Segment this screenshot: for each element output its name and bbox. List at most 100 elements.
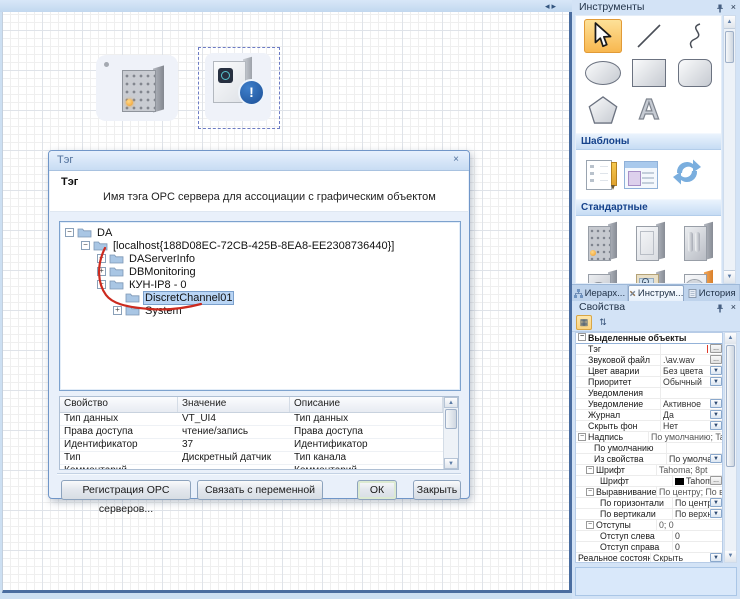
template-form-button[interactable] xyxy=(624,161,658,189)
scrollbar-thumb[interactable] xyxy=(726,345,735,467)
tools-scrollbar[interactable]: ▲ ▼ xyxy=(723,15,736,284)
templates-section-header[interactable]: Шаблоны xyxy=(576,133,721,150)
dropdown-button[interactable]: ▼ xyxy=(710,366,722,375)
scroll-up-icon[interactable]: ▲ xyxy=(444,397,458,408)
rectangle-tool-button[interactable] xyxy=(630,56,668,90)
standard-object-door-button[interactable] xyxy=(634,222,668,262)
property-row-margin-right[interactable]: Отступ справа 0 xyxy=(576,542,722,553)
dialog-titlebar[interactable]: Тэг xyxy=(49,151,469,171)
template-report-button[interactable] xyxy=(586,160,612,190)
properties-scrollbar[interactable]: ▲ ▼ xyxy=(724,332,737,563)
property-row-notifications[interactable]: Уведомления xyxy=(576,388,722,399)
ellipsis-button[interactable]: ... xyxy=(710,355,722,364)
scrollbar-thumb[interactable] xyxy=(725,31,734,63)
scroll-up-icon[interactable]: ▲ xyxy=(724,16,735,29)
drawing-canvas[interactable]: ! Тэг × Тэг Имя тэга OPC сервера для асс… xyxy=(2,12,572,593)
property-row-default[interactable]: По умолчанию xyxy=(576,443,722,454)
tree-item-system[interactable]: + System xyxy=(60,304,460,317)
bind-variable-button[interactable]: Связать с переменной xyxy=(197,480,323,500)
table-header-property[interactable]: Свойство xyxy=(60,397,178,412)
dropdown-button[interactable]: ▼ xyxy=(710,410,722,419)
tab-scroll-arrows[interactable]: ◂▸ xyxy=(545,0,558,12)
expander-icon[interactable]: − xyxy=(586,488,594,496)
tree-expander-icon[interactable]: + xyxy=(113,306,122,315)
property-category-row[interactable]: − Выделенные объекты xyxy=(576,333,722,344)
table-row[interactable]: Тип Дискретный датчик Тип канала xyxy=(60,452,443,465)
categorized-view-button[interactable]: ▦ xyxy=(576,315,592,330)
standard-object-key-picture-button[interactable] xyxy=(634,270,668,284)
tab-hierarchy[interactable]: Иерарх... xyxy=(572,285,628,301)
table-scrollbar[interactable]: ▲ ▼ xyxy=(443,397,458,469)
alphabetical-sort-button[interactable]: ⇅ xyxy=(595,315,611,330)
dropdown-button[interactable]: ▼ xyxy=(710,454,722,463)
property-row-from-property[interactable]: Из свойства По умолчанию ▼ xyxy=(576,454,722,465)
dropdown-button[interactable]: ▼ xyxy=(710,553,722,562)
property-row-horizontal-align[interactable]: По горизонтали По центру ▼ xyxy=(576,498,722,509)
dialog-close-icon[interactable]: × xyxy=(448,153,464,167)
property-row-notification[interactable]: Уведомление Активное ▼ xyxy=(576,399,722,410)
expander-icon[interactable]: − xyxy=(586,466,594,474)
rounded-rectangle-tool-button[interactable] xyxy=(676,56,714,90)
property-row-alignment-group[interactable]: −Выравнивание По центру; По верх xyxy=(576,487,722,498)
table-header-value[interactable]: Значение xyxy=(178,397,290,412)
property-row-tag[interactable]: Тэг ... xyxy=(576,344,722,355)
dropdown-button[interactable]: ▼ xyxy=(710,399,722,408)
expander-icon[interactable]: − xyxy=(578,433,586,441)
close-button[interactable]: Закрыть xyxy=(413,480,461,500)
table-header-row[interactable]: Свойство Значение Описание xyxy=(60,397,443,413)
opc-tree[interactable]: − DA − [localhost{188D08EC-72CB-425B-8EA… xyxy=(59,221,461,391)
register-opc-servers-button[interactable]: Регистрация OPC серверов... xyxy=(61,480,191,500)
tree-expander-icon[interactable]: − xyxy=(97,280,106,289)
close-icon[interactable]: × xyxy=(731,0,736,14)
dropdown-button[interactable]: ▼ xyxy=(710,377,722,386)
tree-expander-icon[interactable]: − xyxy=(65,228,74,237)
scroll-down-icon[interactable]: ▼ xyxy=(725,551,736,562)
dropdown-button[interactable]: ▼ xyxy=(710,421,722,430)
dropdown-button[interactable]: ▼ xyxy=(710,498,722,507)
refresh-templates-button[interactable] xyxy=(670,156,704,193)
property-row-journal[interactable]: Журнал Да ▼ xyxy=(576,410,722,421)
property-row-margins-group[interactable]: −Отступы 0; 0 xyxy=(576,520,722,531)
tree-item-dbmonitoring[interactable]: + DBMonitoring xyxy=(60,265,460,278)
tree-item-kun-ip8[interactable]: − КУН-IP8 - 0 xyxy=(60,278,460,291)
table-row[interactable]: Права доступа чтение/запись Права доступ… xyxy=(60,426,443,439)
dropdown-button[interactable]: ▼ xyxy=(710,509,722,518)
standard-object-cabinet-button[interactable] xyxy=(682,222,716,262)
polygon-tool-button[interactable] xyxy=(584,93,622,127)
tab-tools[interactable]: Инструм... xyxy=(628,285,685,301)
table-header-description[interactable]: Описание xyxy=(290,397,443,412)
property-row-sound-file[interactable]: Звуковой файл .\av.wav ... xyxy=(576,355,722,366)
tree-expander-icon[interactable]: + xyxy=(97,267,106,276)
close-icon[interactable]: × xyxy=(731,300,736,314)
table-row[interactable]: Идентификатор 37 Идентификатор xyxy=(60,439,443,452)
property-row-hide-background[interactable]: Скрыть фон Нет ▼ xyxy=(576,421,722,432)
ok-button[interactable]: ОК xyxy=(357,480,397,500)
ellipsis-button[interactable]: ... xyxy=(710,476,722,485)
property-row-priority[interactable]: Приоритет Обычный ▼ xyxy=(576,377,722,388)
ellipse-tool-button[interactable] xyxy=(584,56,622,90)
property-row-vertical-align[interactable]: По вертикали По верхнему кра ▼ xyxy=(576,509,722,520)
standard-object-panel-button[interactable] xyxy=(586,222,620,262)
property-row-real-state[interactable]: Реальное состояние Скрыть ▼ xyxy=(576,553,722,563)
property-row-margin-left[interactable]: Отступ слева 0 xyxy=(576,531,722,542)
property-row-label-group[interactable]: −Надпись По умолчанию; Taho xyxy=(576,432,722,443)
tab-history[interactable]: История xyxy=(684,285,740,301)
tree-item-localhost[interactable]: − [localhost{188D08EC-72CB-425B-8EA8-EE2… xyxy=(60,239,460,252)
ellipsis-button[interactable]: ... xyxy=(710,344,722,353)
tag-properties-table[interactable]: Свойство Значение Описание Тип данных VT… xyxy=(59,396,459,470)
scroll-up-icon[interactable]: ▲ xyxy=(725,333,736,344)
tree-expander-icon[interactable]: + xyxy=(97,254,106,263)
property-row-font-group[interactable]: −Шрифт Tahoma; 8pt xyxy=(576,465,722,476)
property-row-alarm-color[interactable]: Цвет аварии Без цвета ▼ xyxy=(576,366,722,377)
scroll-down-icon[interactable]: ▼ xyxy=(444,458,458,469)
table-row[interactable]: Комментарий Комментарий xyxy=(60,465,443,469)
expander-icon[interactable]: − xyxy=(586,521,594,529)
canvas-object-selected-device[interactable]: ! xyxy=(198,47,280,129)
category-expander-icon[interactable]: − xyxy=(578,333,586,341)
curve-tool-button[interactable] xyxy=(676,19,714,53)
property-row-font[interactable]: Шрифт Tahoma; 8pt ... xyxy=(576,476,722,487)
standard-section-header[interactable]: Стандартные xyxy=(576,199,721,216)
scroll-down-icon[interactable]: ▼ xyxy=(724,270,735,283)
canvas-object-panel-device[interactable] xyxy=(96,55,178,121)
line-tool-button[interactable] xyxy=(630,19,668,53)
